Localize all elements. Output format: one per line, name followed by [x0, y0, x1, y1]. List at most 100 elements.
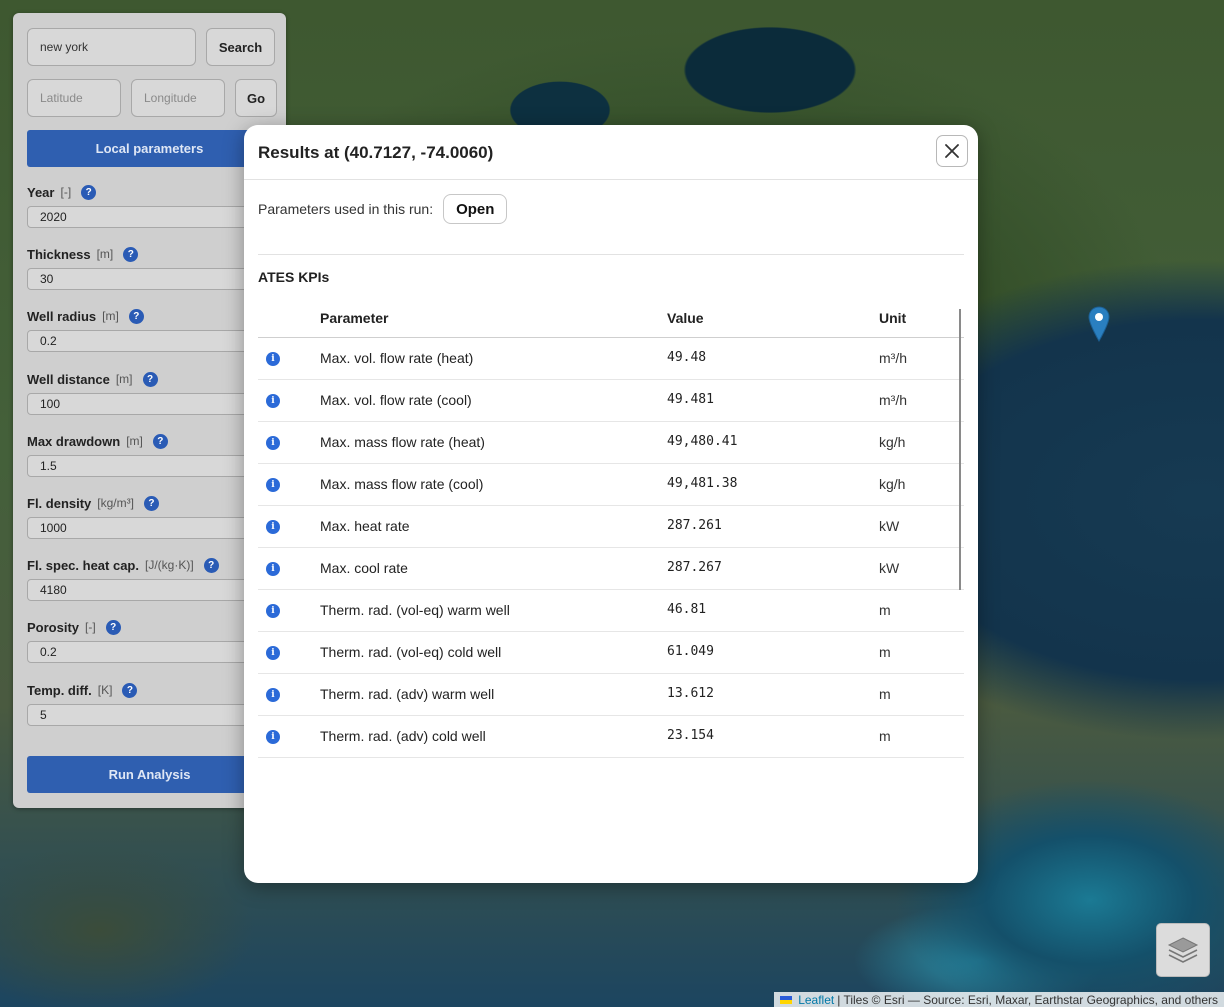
map-marker-icon[interactable]: [1088, 306, 1110, 342]
field-label-text: Year: [27, 184, 55, 200]
open-params-button[interactable]: Open: [443, 194, 508, 224]
leaflet-link[interactable]: Leaflet: [798, 993, 834, 1007]
field-unit: [-]: [60, 185, 72, 199]
field-unit: [kg/m³]: [97, 496, 134, 510]
column-header-parameter: Parameter: [320, 310, 389, 326]
field-label-text: Max drawdown: [27, 433, 121, 449]
help-icon[interactable]: ?: [81, 184, 97, 200]
info-icon[interactable]: i: [266, 688, 280, 702]
help-icon[interactable]: ?: [203, 557, 219, 573]
info-icon[interactable]: i: [266, 520, 280, 534]
cell-value: 287.261: [667, 518, 722, 533]
table-header: Parameter Value Unit: [258, 307, 964, 338]
cell-value: 49.481: [667, 392, 714, 407]
help-icon[interactable]: ?: [142, 371, 158, 387]
cell-unit: m³/h: [879, 350, 907, 366]
results-modal: Results at (40.7127, -74.0060) Parameter…: [244, 125, 978, 883]
table-row: i Max. cool rate 287.267 kW: [258, 548, 964, 590]
attribution-text: | Tiles © Esri — Source: Esri, Maxar, Ea…: [837, 992, 1218, 1007]
info-icon[interactable]: i: [266, 604, 280, 618]
cell-parameter: Therm. rad. (vol-eq) cold well: [320, 644, 502, 660]
info-icon[interactable]: i: [266, 562, 280, 576]
help-icon[interactable]: ?: [128, 308, 144, 324]
section-title: ATES KPIs: [258, 269, 330, 285]
cell-value: 49,480.41: [667, 434, 738, 449]
layers-icon: [1167, 937, 1199, 963]
table-scrollbar[interactable]: [959, 309, 961, 590]
cell-parameter: Max. mass flow rate (heat): [320, 434, 485, 450]
params-row: Parameters used in this run: Open: [258, 194, 508, 224]
table-row: i Therm. rad. (adv) warm well 13.612 m: [258, 674, 964, 716]
field-input[interactable]: 1.5: [27, 455, 272, 477]
cell-value: 49,481.38: [667, 476, 738, 491]
cell-unit: m: [879, 686, 891, 702]
field-input[interactable]: 100: [27, 393, 272, 415]
modal-header: Results at (40.7127, -74.0060): [244, 125, 978, 180]
cell-value: 287.267: [667, 560, 722, 575]
column-header-value: Value: [667, 310, 704, 326]
cell-parameter: Therm. rad. (adv) warm well: [320, 686, 495, 702]
cell-value: 23.154: [667, 728, 714, 743]
field-label-text: Porosity: [27, 619, 80, 635]
longitude-input[interactable]: Longitude: [131, 79, 225, 117]
close-button[interactable]: [936, 135, 968, 167]
cell-unit: kg/h: [879, 476, 906, 492]
help-icon[interactable]: ?: [122, 682, 138, 698]
table-row: i Max. vol. flow rate (cool) 49.481 m³/h: [258, 380, 964, 422]
cell-parameter: Max. vol. flow rate (heat): [320, 350, 474, 366]
help-icon[interactable]: ?: [152, 433, 168, 449]
cell-value: 49.48: [667, 350, 707, 365]
field-input[interactable]: 2020: [27, 206, 272, 228]
info-icon[interactable]: i: [266, 436, 280, 450]
cell-unit: m: [879, 644, 891, 660]
field-unit: [-]: [85, 620, 96, 634]
modal-title: Results at (40.7127, -74.0060): [258, 143, 494, 162]
help-icon[interactable]: ?: [123, 246, 139, 262]
cell-parameter: Max. heat rate: [320, 518, 410, 534]
cell-parameter: Therm. rad. (vol-eq) warm well: [320, 602, 510, 618]
cell-parameter: Max. vol. flow rate (cool): [320, 392, 472, 408]
local-parameters-button[interactable]: Local parameters: [27, 130, 272, 167]
info-icon[interactable]: i: [266, 352, 280, 366]
field-unit: [J/(kg·K)]: [145, 558, 194, 572]
table-row: i Max. mass flow rate (cool) 49,481.38 kg/h: [258, 464, 964, 506]
field-input[interactable]: 0.2: [27, 641, 272, 663]
field-unit: [m]: [115, 372, 133, 386]
info-icon[interactable]: i: [266, 478, 280, 492]
cell-unit: m: [879, 602, 891, 618]
cell-value: 46.81: [667, 602, 707, 617]
go-button[interactable]: Go: [235, 79, 277, 117]
cell-value: 13.612: [667, 686, 714, 701]
info-icon[interactable]: i: [266, 394, 280, 408]
field-unit: [m]: [126, 434, 143, 448]
field-label-text: Well distance: [27, 371, 110, 387]
map-attribution: Leaflet | Tiles © Esri — Source: Esri, M…: [774, 992, 1224, 1007]
field-unit: [K]: [97, 683, 113, 697]
close-icon: [945, 144, 959, 158]
cell-value: 61.049: [667, 644, 714, 659]
layers-button[interactable]: [1156, 923, 1210, 977]
cell-unit: kg/h: [879, 434, 906, 450]
search-button[interactable]: Search: [206, 28, 275, 66]
table-row: i Max. mass flow rate (heat) 49,480.41 kg/h: [258, 422, 964, 464]
field-label-text: Fl. density: [27, 495, 92, 511]
field-label-text: Thickness: [27, 246, 91, 262]
run-analysis-button[interactable]: Run Analysis: [27, 756, 272, 793]
field-input[interactable]: 4180: [27, 579, 272, 601]
table-row: i Max. vol. flow rate (heat) 49.48 m³/h: [258, 338, 964, 380]
search-input[interactable]: new york: [27, 28, 196, 66]
column-header-unit: Unit: [879, 310, 907, 326]
latitude-input[interactable]: Latitude: [27, 79, 121, 117]
field-input[interactable]: 0.2: [27, 330, 272, 352]
help-icon[interactable]: ?: [143, 495, 159, 511]
field-input[interactable]: 30: [27, 268, 272, 290]
field-label-text: Temp. diff.: [27, 682, 92, 698]
cell-unit: kW: [879, 560, 900, 576]
divider: [258, 254, 964, 255]
field-input[interactable]: 5: [27, 704, 272, 726]
info-icon[interactable]: i: [266, 646, 280, 660]
field-input[interactable]: 1000: [27, 517, 272, 539]
info-icon[interactable]: i: [266, 730, 280, 744]
help-icon[interactable]: ?: [105, 619, 121, 635]
cell-parameter: Max. cool rate: [320, 560, 408, 576]
